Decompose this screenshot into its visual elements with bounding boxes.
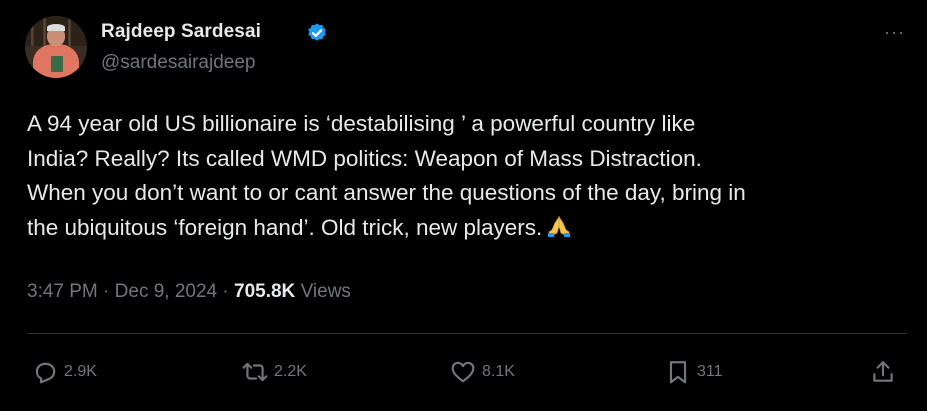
meta-separator: ·: [222, 281, 229, 302]
reply-button[interactable]: 2.9K: [32, 355, 97, 389]
author-name[interactable]: Rajdeep Sardesai: [101, 21, 261, 43]
views-label: Views: [300, 281, 351, 302]
share-button[interactable]: [870, 355, 902, 389]
tweet-text: A 94 year old US billionaire is ‘destabi…: [27, 107, 907, 245]
author-handle[interactable]: @sardesairajdeep: [101, 52, 256, 74]
avatar-hair: [47, 24, 65, 31]
verified-badge-icon: [308, 23, 326, 41]
divider: [27, 333, 907, 334]
like-count: 8.1K: [482, 363, 515, 380]
views-count: 705.8K: [234, 281, 296, 302]
heart-icon: [451, 361, 475, 383]
repost-icon: [242, 362, 268, 382]
like-button[interactable]: 8.1K: [450, 355, 515, 389]
bookmark-button[interactable]: 311: [665, 355, 723, 389]
tweet-meta: 3:47 PM · Dec 9, 2024 · 705.8K Views: [27, 281, 351, 303]
meta-separator: ·: [103, 281, 110, 302]
reply-icon: [35, 362, 56, 384]
action-bar: 2.9K 2.2K 8.1K 311: [32, 355, 905, 389]
share-icon: [873, 361, 893, 382]
repost-count: 2.2K: [274, 363, 307, 380]
tweet-time[interactable]: 3:47 PM: [27, 281, 98, 302]
bookmark-count: 311: [697, 363, 723, 380]
tweet-date[interactable]: Dec 9, 2024: [115, 281, 217, 302]
tweet-card: Rajdeep Sardesai @sardesairajdeep ··· A …: [0, 0, 927, 411]
reply-count: 2.9K: [64, 363, 97, 380]
tweet-text-content: A 94 year old US billionaire is ‘destabi…: [27, 111, 746, 240]
avatar-book: [51, 56, 63, 72]
avatar[interactable]: [25, 16, 87, 78]
more-dots-icon[interactable]: ···: [884, 23, 905, 41]
repost-button[interactable]: 2.2K: [242, 355, 307, 389]
bookmark-icon: [669, 361, 687, 384]
folded-hands-emoji-icon: [548, 215, 571, 237]
